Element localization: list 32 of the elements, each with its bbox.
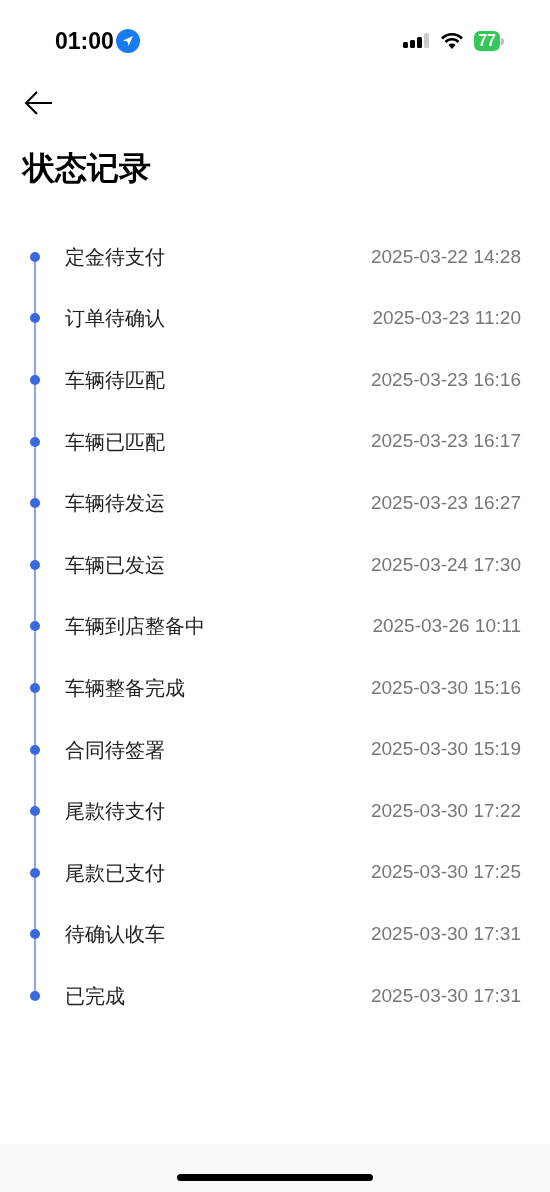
status-label: 车辆已发运 (65, 552, 165, 578)
status-time: 2025-03-24 17:30 (371, 552, 521, 577)
status-label: 订单待确认 (65, 306, 165, 332)
signal-icon (403, 33, 431, 49)
status-label: 车辆待发运 (65, 491, 165, 517)
status-label: 定金待支付 (65, 244, 165, 270)
status-time: 2025-03-30 17:31 (371, 922, 521, 947)
status-time: 2025-03-30 15:19 (371, 737, 521, 762)
status-label: 车辆到店整备中 (65, 614, 205, 640)
status-time: 2025-03-23 11:20 (372, 306, 521, 331)
status-label: 车辆整备完成 (65, 675, 185, 701)
status-label: 尾款待支付 (65, 799, 165, 825)
status-time: 2025-03-23 16:16 (371, 367, 521, 392)
status-label: 尾款已支付 (65, 860, 165, 886)
status-time: 2025-03-23 16:27 (371, 490, 521, 515)
status-time: 2025-03-26 10:11 (372, 614, 521, 639)
location-icon (115, 29, 140, 53)
status-time: 2025-03-30 17:25 (371, 860, 521, 885)
status-label: 待确认收车 (65, 922, 165, 948)
wifi-icon (440, 32, 465, 50)
status-time: 01:00 (55, 26, 114, 56)
status-time: 2025-03-30 17:31 (371, 983, 521, 1008)
status-time: 2025-03-22 14:28 (371, 244, 521, 269)
status-time: 2025-03-30 17:22 (371, 798, 521, 823)
status-label: 合同待签署 (65, 737, 165, 763)
status-label: 已完成 (65, 983, 125, 1009)
back-arrow-icon[interactable] (24, 90, 53, 116)
status-time: 2025-03-23 16:17 (371, 429, 521, 454)
page-title: 状态记录 (20, 149, 152, 188)
status-time: 2025-03-30 15:16 (371, 675, 521, 700)
status-label: 车辆待匹配 (65, 368, 165, 393)
status-label: 车辆已匹配 (65, 429, 165, 455)
